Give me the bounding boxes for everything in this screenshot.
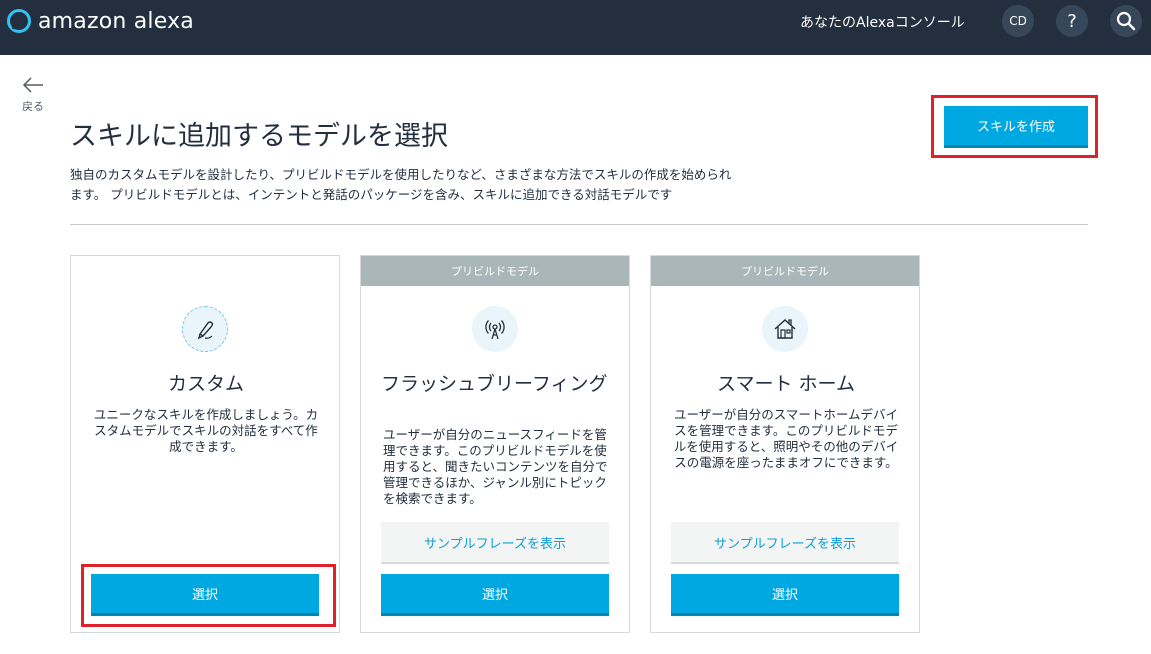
divider <box>70 224 1088 225</box>
view-sample-phrases-button[interactable]: サンプルフレーズを表示 <box>381 522 609 564</box>
description-line-1: 独自のカスタムモデルを設計したり、プリビルドモデルを使用したりなど、さまざまな方… <box>70 167 732 182</box>
highlight-select-custom <box>81 564 336 627</box>
console-link[interactable]: あなたのAlexaコンソール <box>800 12 965 32</box>
search-icon <box>1116 11 1136 31</box>
card-icon-flash-briefing <box>472 306 518 352</box>
prebuilt-tag: プリビルドモデル <box>361 256 629 286</box>
search-button[interactable] <box>1110 5 1142 37</box>
brand-name: amazon alexa <box>38 8 194 34</box>
arrow-left-icon <box>22 77 43 93</box>
pen-icon <box>197 321 214 340</box>
avatar-initials: CD <box>1009 14 1027 28</box>
view-sample-phrases-button[interactable]: サンプルフレーズを表示 <box>671 522 899 564</box>
card-description-flash-briefing: ユーザーが自分のニュースフィードを管理できます。このプリビルドモデルを使用すると… <box>383 427 608 506</box>
highlight-create-skill <box>931 95 1098 158</box>
select-flash-briefing-button[interactable]: 選択 <box>381 574 609 616</box>
prebuilt-tag: プリビルドモデル <box>651 256 919 286</box>
card-description-smart-home: ユーザーが自分のスマートホームデバイスを管理できます。このプリビルドモデルを使用… <box>673 407 899 470</box>
back-label: 戻る <box>22 100 44 113</box>
alexa-ring-icon <box>7 9 31 33</box>
card-icon-custom <box>182 306 228 352</box>
page-description: 独自のカスタムモデルを設計したり、プリビルドモデルを使用したりなど、さまざまな方… <box>70 165 830 205</box>
user-avatar-button[interactable]: CD <box>1002 5 1034 37</box>
card-title-custom: カスタム <box>167 373 244 395</box>
select-smart-home-button[interactable]: 選択 <box>671 574 899 616</box>
card-icon-smart-home <box>762 306 808 352</box>
broadcast-antenna-icon <box>485 320 505 340</box>
alexa-logo[interactable]: amazon alexa <box>6 8 194 34</box>
house-icon <box>774 319 796 339</box>
back-button[interactable]: 戻る <box>18 76 48 114</box>
model-card-smart-home: プリビルドモデル スマート ホーム ユーザーが自分のスマートホームデバイスを管理… <box>650 255 920 633</box>
help-icon: ? <box>1067 10 1077 32</box>
card-title-flash-briefing: フラッシュブリーフィング <box>381 373 608 395</box>
description-line-2: ます。 プリビルドモデルとは、インテントと発話のパッケージを含み、スキルに追加で… <box>70 187 673 202</box>
card-description-custom: ユニークなスキルを作成しましょう。カスタムモデルでスキルの対話をすべて作成できま… <box>93 407 319 454</box>
model-card-flash-briefing: プリビルドモデル フラッシュブリーフィング ユーザーが自分のニュースフィードを管… <box>360 255 630 633</box>
page-title: スキルに追加するモデルを選択 <box>70 121 448 152</box>
top-navigation-bar: amazon alexa あなたのAlexaコンソール CD ? <box>0 0 1151 55</box>
card-title-smart-home: スマート ホーム <box>717 373 855 395</box>
help-button[interactable]: ? <box>1056 5 1088 37</box>
